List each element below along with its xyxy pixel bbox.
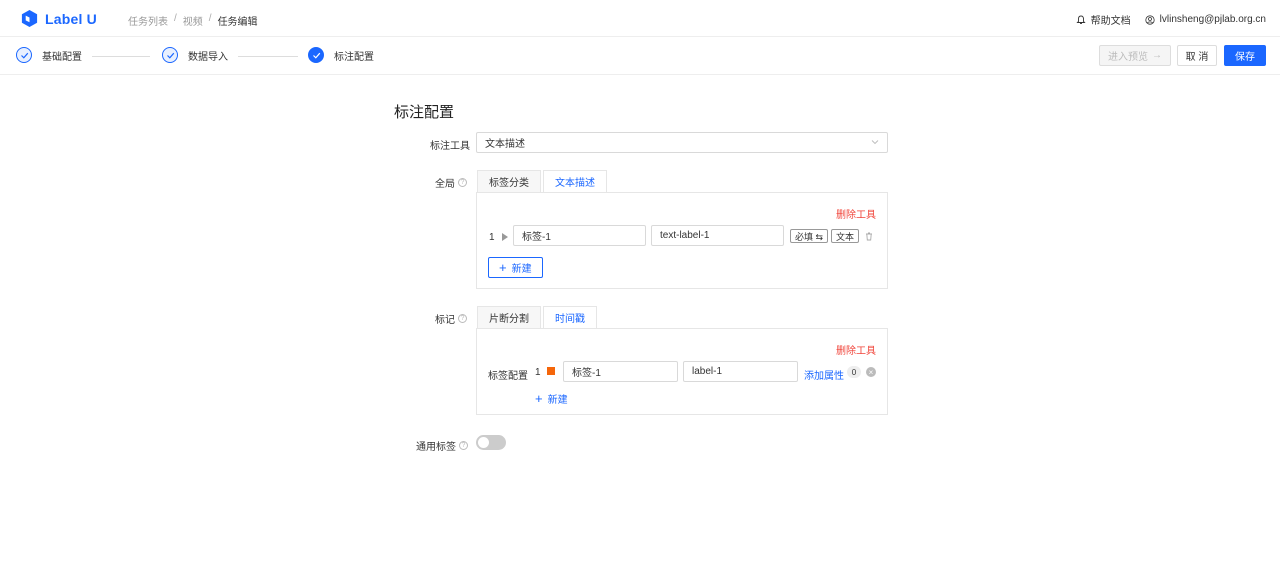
step-label: 数据导入 <box>188 51 228 63</box>
plus-icon: + <box>499 260 507 275</box>
step-connector <box>92 56 150 57</box>
delete-tool-link[interactable]: 删除工具 <box>836 206 876 221</box>
new-button-label: 新建 <box>511 264 532 275</box>
toggle-knob <box>478 437 489 448</box>
check-icon <box>16 47 32 63</box>
delete-tool-link[interactable]: 删除工具 <box>836 342 876 357</box>
user-menu[interactable]: lvlinsheng@pjlab.org.cn <box>1145 14 1266 25</box>
tab-label-classification[interactable]: 标签分类 <box>477 170 541 192</box>
save-button[interactable]: 保存 <box>1224 45 1266 66</box>
label-name-input[interactable]: 标签-1 <box>513 225 646 246</box>
new-button[interactable]: + 新建 <box>488 257 543 278</box>
check-icon <box>308 47 324 63</box>
common-label-text: 通用标签 <box>416 442 456 453</box>
mark-label-text: 标记 <box>435 315 455 326</box>
tool-label-text: 标注工具 <box>430 141 470 152</box>
common-label: 通用标签 ? <box>416 438 468 453</box>
check-icon <box>162 47 178 63</box>
common-label-toggle[interactable] <box>476 435 506 450</box>
breadcrumb-separator: / <box>174 13 177 24</box>
global-label: 全局 ? <box>435 175 467 190</box>
user-email: lvlinsheng@pjlab.org.cn <box>1159 14 1266 25</box>
row-index: 1 <box>535 367 541 378</box>
tab-timestamp[interactable]: 时间戳 <box>543 306 597 328</box>
caret-right-icon[interactable] <box>502 233 508 241</box>
mark-panel: 删除工具 标签配置 1 标签-1 label-1 添加属性 0 × + 新建 <box>476 328 888 415</box>
label-value-input[interactable]: label-1 <box>683 361 798 382</box>
new-button[interactable]: + 新建 <box>535 391 568 406</box>
row-index: 1 <box>489 232 495 243</box>
user-icon <box>1145 14 1155 25</box>
bell-icon <box>1076 15 1086 24</box>
required-toggle-button[interactable]: 必填 ⇆ <box>790 229 829 243</box>
top-header: Label U 任务列表 / 视频 / 任务编辑 帮助文档 lvlinsheng… <box>0 0 1280 37</box>
preview-button-label: 进入预览 <box>1108 52 1148 63</box>
breadcrumb-separator: / <box>208 13 212 24</box>
breadcrumb: 任务列表 / 视频 / 任务编辑 <box>128 13 258 28</box>
preview-button[interactable]: 进入预览 → <box>1099 45 1171 66</box>
tool-select[interactable]: 文本描述 <box>476 132 888 153</box>
text-type-button[interactable]: 文本 <box>831 229 860 243</box>
app-logo[interactable]: Label U <box>20 9 97 28</box>
breadcrumb-video[interactable]: 视频 <box>183 13 203 28</box>
attribute-count-badge: 0 <box>847 366 861 378</box>
plus-icon: + <box>535 391 543 406</box>
arrow-right-icon: → <box>1152 50 1162 61</box>
add-attribute-link[interactable]: 添加属性 <box>804 367 844 382</box>
help-icon[interactable]: ? <box>459 441 468 450</box>
trash-icon[interactable] <box>864 231 874 241</box>
color-swatch[interactable] <box>547 367 555 375</box>
step-annotation-config[interactable]: 标注配置 <box>308 47 374 63</box>
help-icon[interactable]: ? <box>458 178 467 187</box>
global-label-text: 全局 <box>435 179 455 190</box>
tab-segment[interactable]: 片断分割 <box>477 306 541 328</box>
global-panel: 删除工具 1 标签-1 text-label-1 必填 ⇆ 文本 + 新建 <box>476 192 888 289</box>
logo-text: Label U <box>45 10 97 27</box>
new-button-label: 新建 <box>547 395 568 406</box>
help-icon[interactable]: ? <box>458 314 467 323</box>
label-value-input[interactable]: text-label-1 <box>651 225 784 246</box>
breadcrumb-current: 任务编辑 <box>217 17 258 28</box>
step-label: 标注配置 <box>334 51 374 63</box>
mark-label: 标记 ? <box>435 311 467 326</box>
mark-tabs: 片断分割 时间戳 <box>477 306 599 328</box>
help-docs-link[interactable]: 帮助文档 <box>1076 12 1131 27</box>
step-label: 基础配置 <box>42 51 82 63</box>
step-connector <box>238 56 298 57</box>
help-docs-label: 帮助文档 <box>1090 16 1131 27</box>
tab-text-description[interactable]: 文本描述 <box>543 170 607 192</box>
tool-label: 标注工具 <box>430 137 470 152</box>
step-basic-config[interactable]: 基础配置 <box>16 47 82 63</box>
cancel-button[interactable]: 取 消 <box>1177 45 1217 66</box>
label-config-label: 标签配置 <box>488 371 528 382</box>
header-right: 帮助文档 lvlinsheng@pjlab.org.cn <box>1076 12 1266 27</box>
label-name-input[interactable]: 标签-1 <box>563 361 678 382</box>
global-tabs: 标签分类 文本描述 <box>477 170 609 192</box>
chevron-down-icon <box>871 140 879 145</box>
logo-cube-icon <box>21 9 38 28</box>
tool-select-value: 文本描述 <box>485 139 525 150</box>
page-title: 标注配置 <box>394 104 455 121</box>
step-data-import[interactable]: 数据导入 <box>162 47 228 63</box>
close-icon[interactable]: × <box>866 367 876 377</box>
steps-bar: 基础配置 数据导入 标注配置 进入预览 → 取 消 保存 <box>0 37 1280 75</box>
breadcrumb-task-list[interactable]: 任务列表 <box>128 13 168 28</box>
